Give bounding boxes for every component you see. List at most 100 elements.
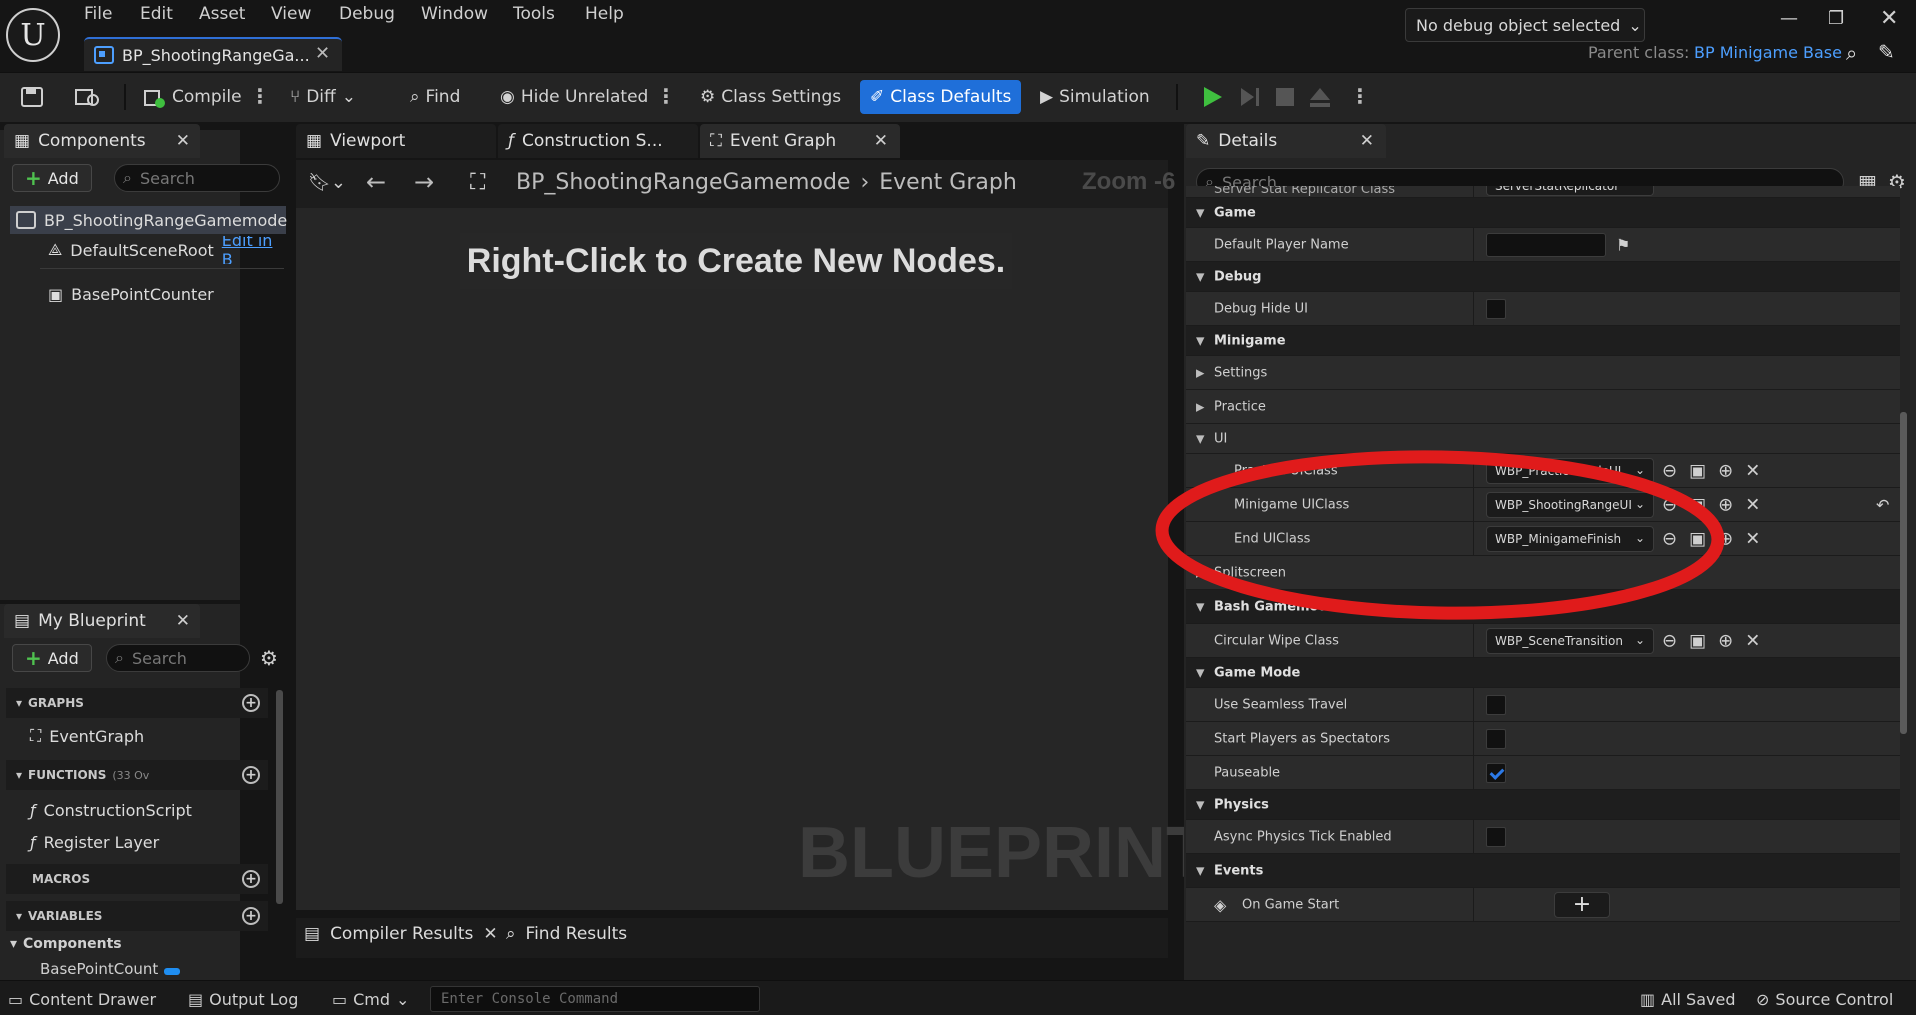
reset-to-default-icon[interactable]: ↶ (1876, 495, 1889, 514)
details-scrollbar[interactable] (1900, 412, 1907, 734)
checkbox[interactable] (1486, 728, 1506, 749)
console-command-input[interactable]: Enter Console Command (430, 986, 760, 1012)
cmd-dropdown[interactable]: ▭ Cmd ⌄ (332, 990, 409, 1009)
bookmark-icon[interactable]: 🔖︎⌄ (308, 172, 346, 193)
close-icon[interactable]: ✕ (1360, 131, 1374, 151)
unreal-logo-icon[interactable]: U (6, 8, 60, 62)
component-root[interactable]: BP_ShootingRangeGamemode (10, 206, 287, 234)
clear-icon[interactable]: ✕ (1745, 630, 1760, 651)
menu-window[interactable]: Window (421, 4, 488, 26)
chevron-down-icon[interactable]: ▼ (1196, 334, 1204, 347)
more-options-icon[interactable]: ⋮ (656, 84, 676, 108)
menu-debug[interactable]: Debug (339, 4, 395, 26)
variables-components-category[interactable]: ▾ Components (10, 936, 122, 952)
back-arrow-icon[interactable]: ← (366, 168, 386, 196)
details-category-game-mode[interactable]: ▼ Game Mode (1186, 658, 1900, 688)
close-icon[interactable]: ✕ (483, 924, 497, 944)
add-component-button[interactable]: + Add (12, 164, 92, 192)
tab-components[interactable]: ▦ Components ✕ (4, 124, 200, 158)
chevron-down-icon[interactable]: ▼ (1196, 270, 1204, 283)
function-item-constructionscript[interactable]: ƒ ConstructionScript (30, 796, 192, 824)
debug-object-dropdown[interactable]: No debug object selected ⌄ (1405, 8, 1645, 42)
function-item-register-layer[interactable]: ƒ Register Layer (30, 828, 159, 856)
localize-flag-icon[interactable]: ⚑ (1616, 235, 1630, 254)
class-settings-button[interactable]: ⚙ Class Settings (694, 80, 847, 114)
menu-asset[interactable]: Asset (199, 4, 245, 26)
search-icon[interactable]: ⌕ (1846, 41, 1857, 65)
all-saved-button[interactable]: ▥ All Saved (1640, 990, 1735, 1009)
play-options-icon[interactable]: ⋮ (1350, 84, 1370, 108)
checkbox[interactable] (1486, 762, 1506, 783)
chevron-right-icon[interactable]: ▶ (1196, 400, 1204, 413)
menu-help[interactable]: Help (585, 4, 624, 26)
class-picker-dropdown[interactable]: WBP_SceneTransition ⌄ (1486, 627, 1654, 654)
breadcrumb-root[interactable]: BP_ShootingRangeGamemode (516, 170, 850, 195)
source-control-button[interactable]: ⊘ Source Control (1756, 990, 1893, 1009)
content-drawer-button[interactable]: ▭ Content Drawer (8, 990, 156, 1009)
tab-construction-script[interactable]: ƒ Construction S... (498, 124, 698, 158)
close-icon[interactable]: ✕ (315, 43, 330, 64)
tab-compiler-results[interactable]: ▤ Compiler Results ✕ (304, 924, 498, 944)
event-graph-canvas[interactable] (296, 208, 1168, 910)
use-selected-icon[interactable]: ⊖ (1662, 630, 1677, 651)
tab-find-results[interactable]: ⌕ Find Results (506, 924, 627, 944)
add-graph-icon[interactable]: + (242, 694, 260, 712)
edit-in-blueprint-link[interactable]: Edit in B (222, 236, 288, 264)
clear-icon[interactable]: ✕ (1745, 494, 1760, 515)
tab-my-blueprint[interactable]: ▤ My Blueprint ✕ (4, 604, 200, 638)
details-row-settings[interactable]: ▶ Settings (1186, 356, 1900, 390)
details-category-game[interactable]: ▼ Game (1186, 198, 1900, 228)
components-search-input[interactable]: ⌕ Search (114, 164, 280, 192)
chevron-down-icon[interactable]: ▼ (1196, 864, 1204, 877)
hide-unrelated-button[interactable]: ◉ Hide Unrelated (494, 80, 654, 114)
graphs-section[interactable]: ▾ GRAPHS + (6, 688, 268, 718)
close-icon[interactable]: ✕ (176, 611, 190, 631)
variable-item[interactable]: BasePointCount (40, 960, 240, 978)
chevron-down-icon[interactable]: ▼ (1196, 666, 1204, 679)
tab-details[interactable]: ✎ Details ✕ (1186, 124, 1386, 158)
advance-frame-icon[interactable] (1238, 85, 1262, 109)
save-icon[interactable] (20, 86, 44, 108)
menu-edit[interactable]: Edit (140, 4, 173, 26)
chevron-right-icon[interactable]: ▶ (1196, 366, 1204, 379)
scrollbar[interactable] (276, 690, 283, 904)
simulation-button[interactable]: ▶ Simulation (1034, 80, 1156, 114)
document-tab[interactable]: BP_ShootingRangeGa... ✕ (84, 37, 342, 71)
clear-icon[interactable]: ✕ (1745, 528, 1760, 549)
functions-section[interactable]: ▾ FUNCTIONS (33 Ov + (6, 760, 268, 790)
details-row-practice[interactable]: ▶ Practice (1186, 390, 1900, 424)
details-category-minigame[interactable]: ▼ Minigame (1186, 326, 1900, 356)
checkbox[interactable] (1486, 298, 1506, 319)
macros-section[interactable]: MACROS + (6, 864, 268, 894)
text-field[interactable] (1486, 232, 1606, 257)
add-variable-icon[interactable]: + (242, 907, 260, 925)
checkbox[interactable] (1486, 694, 1506, 715)
forward-arrow-icon[interactable]: → (414, 168, 434, 196)
close-icon[interactable]: ✕ (176, 131, 190, 151)
chevron-down-icon[interactable]: ▼ (1196, 798, 1204, 811)
details-category-events[interactable]: ▼ Events (1186, 854, 1900, 888)
edit-icon[interactable]: ✎ (1878, 40, 1895, 64)
details-category-physics[interactable]: ▼ Physics (1186, 790, 1900, 820)
add-macro-icon[interactable]: + (242, 870, 260, 888)
output-log-button[interactable]: ▤ Output Log (188, 990, 298, 1009)
my-blueprint-search-input[interactable]: ⌕ Search (106, 644, 250, 672)
clear-icon[interactable]: ✕ (1745, 460, 1760, 481)
chevron-down-icon[interactable]: ▼ (1196, 432, 1204, 445)
find-button[interactable]: ⌕ Find (404, 80, 466, 114)
close-window-icon[interactable]: ✕ (1880, 6, 1898, 31)
compile-button[interactable]: Compile (136, 80, 248, 114)
breadcrumb-leaf[interactable]: Event Graph (879, 170, 1017, 195)
parent-class-link[interactable]: BP Minigame Base (1694, 43, 1842, 62)
class-picker-dropdown[interactable]: ServerStatReplicator (1486, 186, 1654, 196)
compile-options-icon[interactable]: ⋮ (250, 84, 270, 108)
menu-view[interactable]: View (271, 4, 311, 26)
add-member-button[interactable]: + Add (12, 644, 92, 672)
menu-tools[interactable]: Tools (513, 4, 555, 26)
graph-item-eventgraph[interactable]: ⛶ EventGraph (30, 722, 144, 750)
menu-file[interactable]: File (84, 4, 112, 26)
tab-viewport[interactable]: ▦ Viewport (296, 124, 496, 158)
component-default-scene-root[interactable]: ⟁ DefaultSceneRoot Edit in B (48, 236, 288, 264)
browse-asset-icon[interactable]: ▣ (1689, 630, 1706, 651)
add-icon[interactable]: ⊕ (1718, 630, 1733, 651)
